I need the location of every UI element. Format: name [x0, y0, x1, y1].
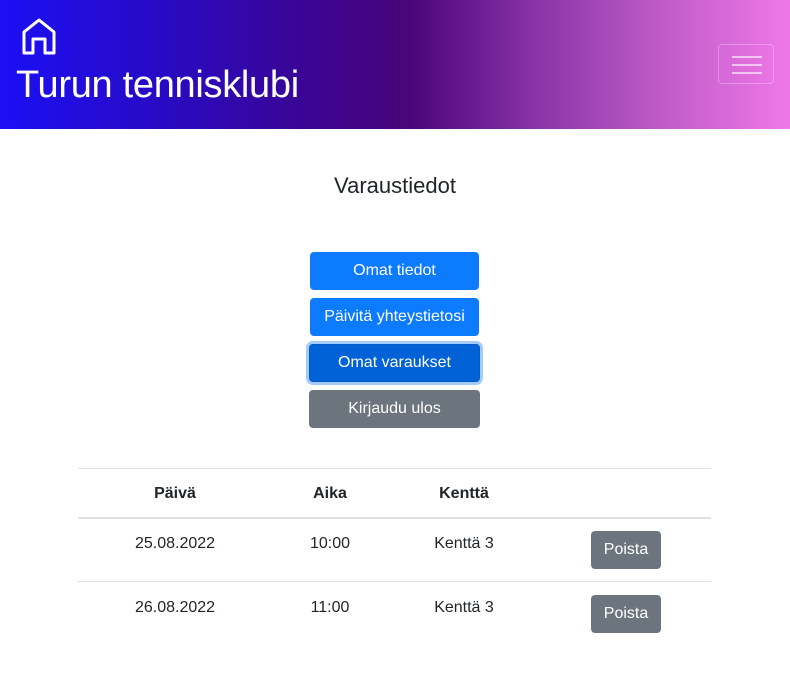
- navbar: Turun tennisklubi: [0, 0, 790, 129]
- page-title: Varaustiedot: [334, 173, 456, 198]
- hamburger-menu-icon: [732, 56, 762, 74]
- own-info-button[interactable]: Omat tiedot: [310, 252, 479, 290]
- column-header-court: Kenttä: [439, 485, 489, 502]
- row-time: 11:00: [310, 599, 350, 616]
- update-contact-button[interactable]: Päivitä yhteystietosi: [310, 298, 479, 336]
- logout-button[interactable]: Kirjaudu ulos: [309, 390, 480, 428]
- row-court: Kenttä 3: [434, 535, 494, 552]
- row-court: Kenttä 3: [434, 599, 494, 616]
- column-header-time: Aika: [313, 485, 347, 502]
- own-reservations-button[interactable]: Omat varaukset: [309, 344, 480, 382]
- table-top-border: [78, 468, 711, 469]
- row-date: 26.08.2022: [134, 599, 216, 616]
- home-icon[interactable]: [21, 17, 57, 55]
- column-header-date: Päivä: [154, 485, 196, 502]
- menu-toggle-button[interactable]: [718, 44, 774, 84]
- delete-reservation-button[interactable]: Poista: [591, 531, 661, 569]
- delete-reservation-button[interactable]: Poista: [591, 595, 661, 633]
- table-header-border: [78, 517, 711, 519]
- row-time: 10:00: [309, 535, 351, 552]
- row-date: 25.08.2022: [134, 535, 216, 552]
- brand-title[interactable]: Turun tennisklubi: [16, 62, 299, 108]
- row-divider: [78, 581, 711, 582]
